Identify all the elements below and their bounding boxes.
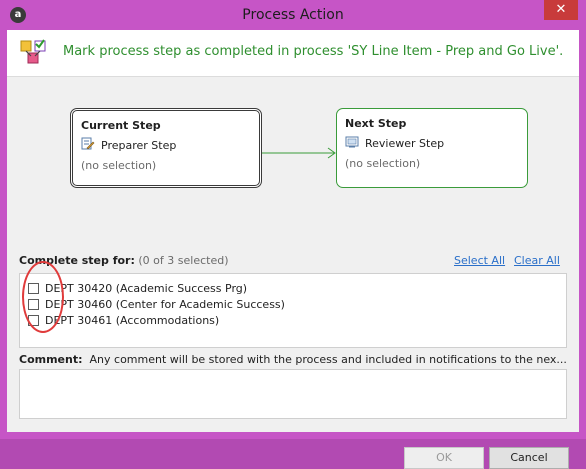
next-step-selection: (no selection) xyxy=(345,157,421,170)
current-step-name: Preparer Step xyxy=(101,139,177,152)
current-step-box: Current Step Preparer Step (no selection… xyxy=(70,108,262,188)
list-item[interactable]: DEPT 30420 (Academic Success Prg) xyxy=(28,280,247,296)
selection-count: (0 of 3 selected) xyxy=(138,254,229,267)
process-step-icon xyxy=(20,39,46,64)
list-item-label: DEPT 30460 (Center for Academic Success) xyxy=(45,297,285,311)
title-bar[interactable]: a Process Action ✕ xyxy=(0,0,586,30)
list-item[interactable]: DEPT 30460 (Center for Academic Success) xyxy=(28,296,285,312)
current-step-title: Current Step xyxy=(81,119,161,132)
list-item[interactable]: DEPT 30461 (Accommodations) xyxy=(28,312,219,328)
comment-label: Comment: xyxy=(19,353,83,366)
process-action-dialog: a Process Action ✕ Mark process step as … xyxy=(0,0,586,469)
header-strip: Mark process step as completed in proces… xyxy=(7,30,579,77)
step-arrow-icon xyxy=(262,147,336,159)
next-step-box: Next Step Reviewer Step (no selection) xyxy=(336,108,528,188)
close-button[interactable]: ✕ xyxy=(544,0,578,20)
dialog-body: Current Step Preparer Step (no selection… xyxy=(7,77,579,469)
comment-label-row: Comment: Any comment will be stored with… xyxy=(19,353,569,366)
next-step-title: Next Step xyxy=(345,117,407,130)
window-title: Process Action xyxy=(242,7,344,23)
current-step-selection: (no selection) xyxy=(81,159,157,172)
clear-all-link[interactable]: Clear All xyxy=(514,254,560,267)
next-step-name: Reviewer Step xyxy=(365,137,445,150)
comment-hint: Any comment will be stored with the proc… xyxy=(89,353,567,366)
list-item-label: DEPT 30420 (Academic Success Prg) xyxy=(45,281,248,295)
checkbox[interactable] xyxy=(28,314,39,326)
department-list: DEPT 30420 (Academic Success Prg) DEPT 3… xyxy=(19,273,567,348)
complete-step-label: Complete step for: (0 of 3 selected) xyxy=(19,254,229,267)
cancel-button[interactable]: Cancel xyxy=(489,447,569,469)
select-all-link[interactable]: Select All xyxy=(454,254,505,267)
ok-button[interactable]: OK xyxy=(404,447,484,469)
preparer-icon xyxy=(81,137,95,150)
dialog-client-area: Mark process step as completed in proces… xyxy=(7,30,579,469)
reviewer-icon xyxy=(345,136,359,148)
header-message: Mark process step as completed in proces… xyxy=(63,44,564,59)
list-item-label: DEPT 30461 (Accommodations) xyxy=(45,313,220,327)
comment-textarea[interactable] xyxy=(19,369,567,419)
checkbox[interactable] xyxy=(28,298,39,310)
checkbox[interactable] xyxy=(28,282,39,294)
complete-step-heading: Complete step for: xyxy=(19,254,135,267)
